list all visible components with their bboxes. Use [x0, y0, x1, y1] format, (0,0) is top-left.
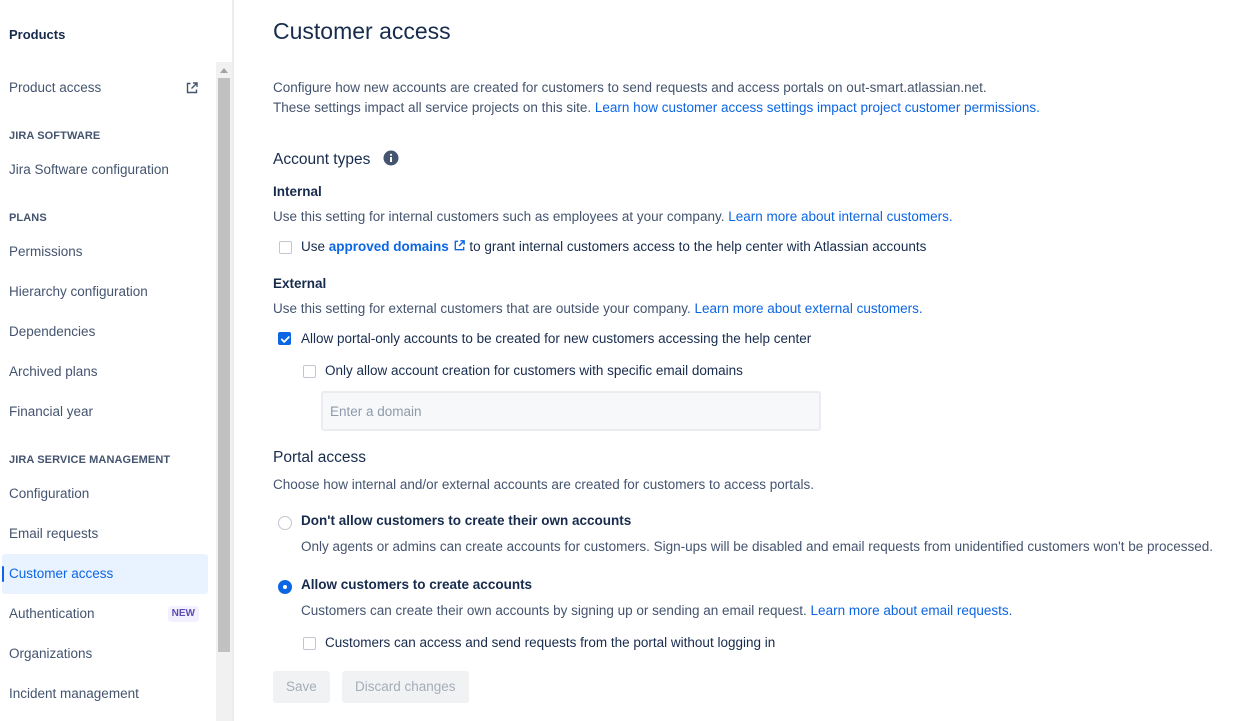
sidebar-item-incident-management[interactable]: Incident management: [0, 674, 208, 714]
external-customers-link[interactable]: Learn more about external customers.: [694, 301, 922, 316]
sidebar-item-label: Financial year: [9, 404, 94, 419]
allow-accounts-radio[interactable]: [278, 580, 292, 594]
specific-domains-label: Only allow account creation for customer…: [325, 363, 743, 378]
scrollbar-thumb[interactable]: [218, 78, 230, 652]
intro-line-2: These settings impact all service projec…: [273, 100, 1040, 115]
email-requests-link[interactable]: Learn more about email requests.: [811, 603, 1013, 618]
internal-desc-text: Use this setting for internal customers …: [273, 209, 725, 224]
checkmark-icon: [280, 336, 290, 343]
intro-text: These settings impact all service projec…: [273, 100, 592, 115]
scroll-up-arrow-icon[interactable]: [220, 68, 228, 73]
domain-input[interactable]: [321, 391, 821, 431]
sidebar-item-dependencies[interactable]: Dependencies: [0, 312, 208, 352]
allow-accounts-label: Allow customers to create accounts: [301, 577, 533, 592]
save-button[interactable]: Save: [273, 671, 330, 703]
sidebar-item-customer-access[interactable]: Customer access: [2, 554, 208, 594]
discard-changes-button[interactable]: Discard changes: [342, 671, 469, 703]
info-icon[interactable]: [383, 150, 399, 166]
sidebar-item-label: Configuration: [9, 486, 90, 501]
portal-access-heading: Portal access: [273, 449, 367, 466]
external-description: Use this setting for external customers …: [273, 301, 923, 316]
internal-description: Use this setting for internal customers …: [273, 209, 953, 224]
page-title: Customer access: [273, 18, 451, 44]
portal-only-accounts-checkbox[interactable]: [278, 332, 291, 345]
external-desc-text: Use this setting for external customers …: [273, 301, 691, 316]
external-link-icon[interactable]: [453, 239, 466, 252]
approved-domains-post: to grant internal customers access to th…: [469, 239, 927, 254]
external-heading: External: [273, 276, 327, 291]
allow-accounts-description: Customers can create their own accounts …: [301, 603, 1012, 618]
sidebar-item-label: Archived plans: [9, 364, 98, 379]
portal-access-description: Choose how internal and/or external acco…: [273, 477, 815, 492]
sidebar-item-label: Incident management: [9, 686, 139, 701]
account-types-heading: Account types: [273, 151, 371, 168]
sidebar-scrollbar[interactable]: [216, 62, 232, 721]
approved-domains-label: Use approved domains to grant internal c…: [301, 239, 926, 254]
sidebar-item-jira-software-config[interactable]: Jira Software configuration: [0, 150, 208, 190]
approved-domains-link[interactable]: approved domains: [329, 239, 449, 254]
sidebar-heading-plans: PLANS: [9, 212, 47, 224]
sidebar-item-organizations[interactable]: Organizations: [0, 634, 208, 674]
sidebar-item-configuration[interactable]: Configuration: [0, 474, 208, 514]
approved-domains-pre: Use: [301, 239, 326, 254]
anonymous-access-checkbox[interactable]: [303, 637, 316, 650]
internal-heading: Internal: [273, 184, 322, 199]
sidebar-heading-jira-software: JIRA SOFTWARE: [9, 130, 101, 142]
sidebar-divider: [232, 0, 234, 721]
sidebar-item-label: Jira Software configuration: [9, 162, 169, 177]
dont-allow-accounts-radio[interactable]: [278, 516, 292, 530]
sidebar-item-financial-year[interactable]: Financial year: [0, 392, 208, 432]
sidebar-item-hierarchy-config[interactable]: Hierarchy configuration: [0, 272, 208, 312]
sidebar-item-archived-plans[interactable]: Archived plans: [0, 352, 208, 392]
sidebar-item-label: Dependencies: [9, 324, 96, 339]
dont-allow-accounts-label: Don't allow customers to create their ow…: [301, 513, 632, 528]
portal-only-accounts-label: Allow portal-only accounts to be created…: [301, 331, 812, 346]
sidebar-item-label: Permissions: [9, 244, 83, 259]
sidebar-item-label: Hierarchy configuration: [9, 284, 148, 299]
customer-permissions-link[interactable]: Learn how customer access settings impac…: [595, 100, 1040, 115]
allow-accounts-desc-text: Customers can create their own accounts …: [301, 603, 807, 618]
sidebar-item-label: Organizations: [9, 646, 93, 661]
intro-line-1: Configure how new accounts are created f…: [273, 80, 987, 95]
external-link-icon: [186, 82, 198, 94]
sidebar-item-label: Customer access: [9, 566, 114, 581]
specific-domains-checkbox[interactable]: [303, 365, 316, 378]
approved-domains-checkbox[interactable]: [279, 241, 292, 254]
sidebar-item-product-access[interactable]: Product access: [0, 68, 208, 108]
new-badge: NEW: [167, 606, 199, 622]
sidebar-item-label: Authentication: [9, 606, 95, 621]
sidebar-item-permissions[interactable]: Permissions: [0, 232, 208, 272]
anonymous-access-label: Customers can access and send requests f…: [325, 635, 776, 650]
sidebar-heading-jsm: JIRA SERVICE MANAGEMENT: [9, 454, 171, 466]
sidebar-item-label: Email requests: [9, 526, 99, 541]
sidebar-item-email-requests[interactable]: Email requests: [0, 514, 208, 554]
internal-customers-link[interactable]: Learn more about internal customers.: [728, 209, 952, 224]
sidebar-item-label: Product access: [9, 80, 102, 95]
sidebar-products-heading: Products: [9, 27, 66, 42]
dont-allow-accounts-description: Only agents or admins can create account…: [301, 539, 1214, 554]
sidebar-item-authentication[interactable]: Authentication NEW: [0, 594, 208, 634]
sidebar: Products Product access JIRA SOFTWARE Ji…: [0, 0, 216, 721]
